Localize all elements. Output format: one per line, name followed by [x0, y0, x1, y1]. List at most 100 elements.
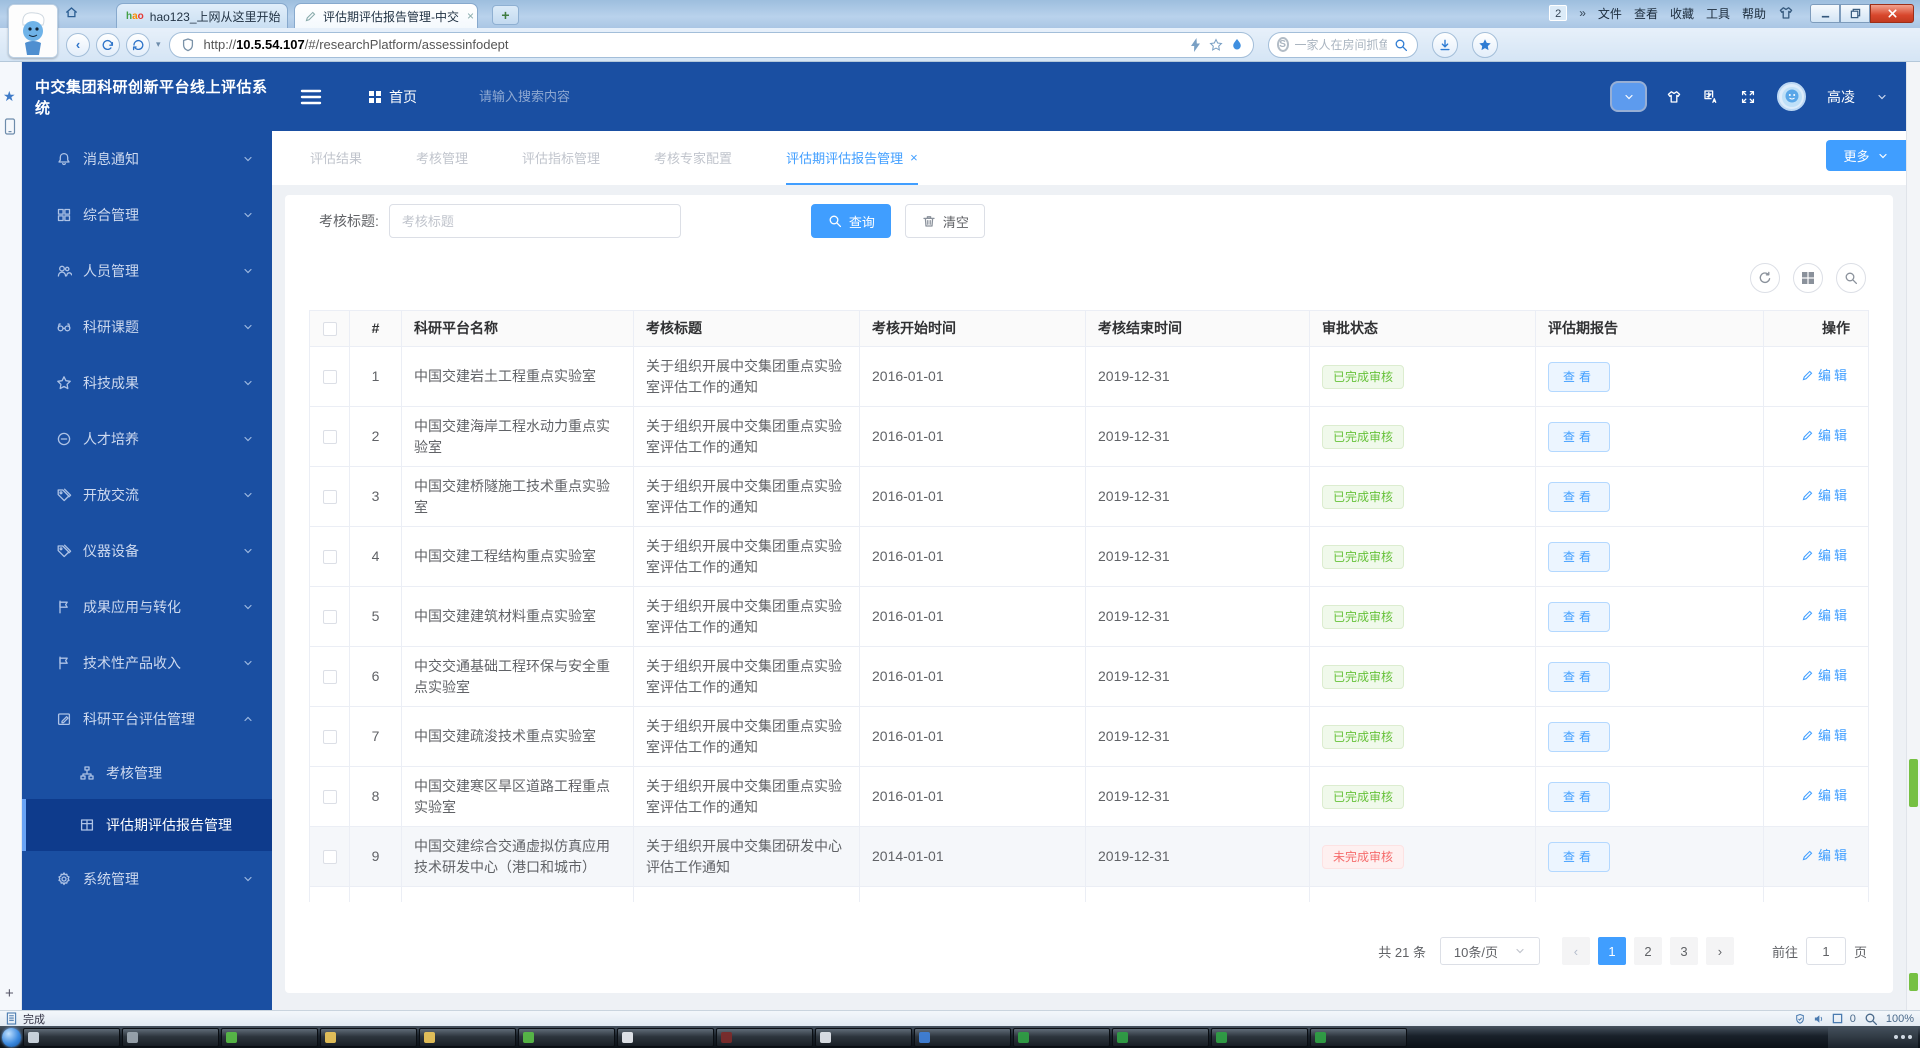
view-report-button[interactable]: 查看: [1548, 601, 1611, 632]
view-report-button[interactable]: 查看: [1548, 541, 1611, 572]
taskbar-window-button[interactable]: [815, 1027, 912, 1047]
browser-search-box[interactable]: S: [1267, 31, 1418, 58]
chevdown-icon[interactable]: [242, 377, 254, 389]
refresh-table-button[interactable]: [1750, 263, 1780, 293]
refresh-button[interactable]: [126, 32, 150, 57]
language-icon[interactable]: [1703, 89, 1719, 105]
row-checkbox[interactable]: [322, 430, 337, 445]
chevdown-icon[interactable]: [242, 209, 254, 221]
taskbar-window-button[interactable]: [419, 1027, 516, 1047]
chevdown-icon[interactable]: [242, 489, 254, 501]
favorites-button[interactable]: [1471, 31, 1498, 58]
query-button[interactable]: 查询: [810, 204, 891, 238]
menu-file[interactable]: 文件: [1598, 5, 1622, 22]
sidebar-item-系统管理[interactable]: 系统管理: [22, 851, 272, 907]
chevdown-icon[interactable]: [242, 321, 254, 333]
taskbar-window-button[interactable]: [1013, 1027, 1110, 1047]
page-tab-评估结果[interactable]: 评估结果: [310, 131, 362, 185]
row-checkbox[interactable]: [322, 610, 337, 625]
chevdown-icon[interactable]: [242, 873, 254, 885]
mobile-icon[interactable]: [4, 118, 16, 135]
table-row[interactable]: 3 中国交建桥隧施工技术重点实验室 关于组织开展中交集团重点实验室评估工作的通知 20…: [309, 466, 1869, 527]
page-button-3[interactable]: 3: [1669, 937, 1698, 965]
row-checkbox[interactable]: [322, 730, 337, 745]
taskbar-window-button[interactable]: [617, 1027, 714, 1047]
favorites-star-icon[interactable]: ★: [3, 88, 16, 105]
chevup-icon[interactable]: [242, 713, 254, 725]
page-scrollbar[interactable]: [1906, 62, 1920, 1010]
tab-overflow-icon[interactable]: »: [1579, 6, 1586, 20]
edit-link[interactable]: 编辑: [1801, 725, 1850, 746]
table-row[interactable]: 5 中国交建建筑材料重点实验室 关于组织开展中交集团重点实验室评估工作的通知 2016…: [309, 586, 1869, 647]
row-checkbox[interactable]: [322, 490, 337, 505]
page-button-2[interactable]: 2: [1633, 937, 1662, 965]
menu-tools[interactable]: 工具: [1706, 5, 1730, 22]
taskbar-window-button[interactable]: [1112, 1027, 1209, 1047]
select-all-checkbox[interactable]: [322, 322, 337, 337]
search-icon[interactable]: [1393, 37, 1409, 53]
page-tab-评估期评估报告管理[interactable]: 评估期评估报告管理 ×: [786, 131, 918, 185]
restore-button[interactable]: [1840, 3, 1870, 23]
column-settings-button[interactable]: [1793, 263, 1823, 293]
menu-favorites[interactable]: 收藏: [1670, 5, 1694, 22]
goto-page-input[interactable]: [1805, 937, 1846, 965]
taskbar-window-button[interactable]: [716, 1027, 813, 1047]
fullscreen-icon[interactable]: [1740, 89, 1756, 105]
chevdown-icon[interactable]: [242, 545, 254, 557]
sidebar-item-人才培养[interactable]: 人才培养: [22, 411, 272, 467]
table-row[interactable]: 6 中交交通基础工程环保与安全重点实验室 关于组织开展中交集团重点实验室评估工作的通…: [309, 646, 1869, 707]
app-search-input[interactable]: [479, 89, 659, 104]
sidebar-item-仪器设备[interactable]: 仪器设备: [22, 523, 272, 579]
row-checkbox[interactable]: [322, 790, 337, 805]
drop-icon[interactable]: [1231, 38, 1243, 52]
view-report-button[interactable]: 查看: [1548, 481, 1611, 512]
sidebar-item-考核管理[interactable]: 考核管理: [22, 747, 272, 799]
scrollbar-thumb[interactable]: [1909, 759, 1918, 807]
nav-dropdown-icon[interactable]: ▾: [156, 39, 161, 50]
view-report-button[interactable]: 查看: [1548, 361, 1611, 392]
edit-link[interactable]: 编辑: [1801, 665, 1850, 686]
taskbar-window-button[interactable]: [518, 1027, 615, 1047]
add-icon[interactable]: +: [5, 985, 14, 1002]
sidebar-item-科研平台评估管理[interactable]: 科研平台评估管理: [22, 691, 272, 747]
taskbar-window-button[interactable]: [221, 1027, 318, 1047]
row-checkbox[interactable]: [322, 370, 337, 385]
page-button-1[interactable]: 1: [1597, 937, 1626, 965]
accelerator-icon[interactable]: [1190, 37, 1201, 52]
more-button[interactable]: 更多: [1826, 140, 1906, 171]
sidebar-item-综合管理[interactable]: 综合管理: [22, 187, 272, 243]
new-tab-button[interactable]: +: [492, 5, 519, 25]
start-button[interactable]: [2, 1027, 21, 1047]
nav-home[interactable]: 首页: [368, 87, 417, 107]
chevdown-icon[interactable]: [242, 265, 254, 277]
avatar[interactable]: [1777, 82, 1806, 111]
close-tab-icon[interactable]: ×: [910, 150, 918, 165]
tab-overflow-badge[interactable]: 2: [1549, 5, 1568, 21]
collapse-menu-icon[interactable]: [300, 88, 322, 106]
page-tab-考核专家配置[interactable]: 考核专家配置: [654, 131, 732, 185]
edit-link[interactable]: 编辑: [1801, 425, 1850, 446]
row-checkbox[interactable]: [322, 670, 337, 685]
table-row[interactable]: 9 中国交建综合交通虚拟仿真应用技术研发中心（港口和城市） 关于组织开展中交集团研发…: [309, 826, 1869, 887]
system-tray[interactable]: [1828, 1026, 1918, 1048]
close-button[interactable]: [1870, 3, 1914, 23]
edit-link[interactable]: 编辑: [1801, 485, 1850, 506]
edit-link[interactable]: 编辑: [1801, 545, 1850, 566]
browser-search-input[interactable]: [1294, 37, 1387, 52]
sidebar-item-消息通知[interactable]: 消息通知: [22, 131, 272, 187]
taskbar-window-button[interactable]: [23, 1027, 120, 1047]
page-size-select[interactable]: 10条/页: [1439, 937, 1540, 965]
browser-home-icon[interactable]: [64, 5, 79, 20]
prev-page-button[interactable]: ‹: [1561, 937, 1590, 965]
edit-link[interactable]: 编辑: [1801, 365, 1850, 386]
taskbar-window-button[interactable]: [1211, 1027, 1308, 1047]
row-checkbox[interactable]: [322, 550, 337, 565]
filter-title-input[interactable]: [388, 204, 681, 238]
next-page-button[interactable]: ›: [1705, 937, 1734, 965]
download-button[interactable]: [1431, 31, 1458, 58]
menu-help[interactable]: 帮助: [1742, 5, 1766, 22]
theme-icon[interactable]: [1666, 89, 1682, 105]
sidebar-item-开放交流[interactable]: 开放交流: [22, 467, 272, 523]
table-search-button[interactable]: [1836, 263, 1866, 293]
security-shield-icon[interactable]: [1794, 1013, 1806, 1025]
